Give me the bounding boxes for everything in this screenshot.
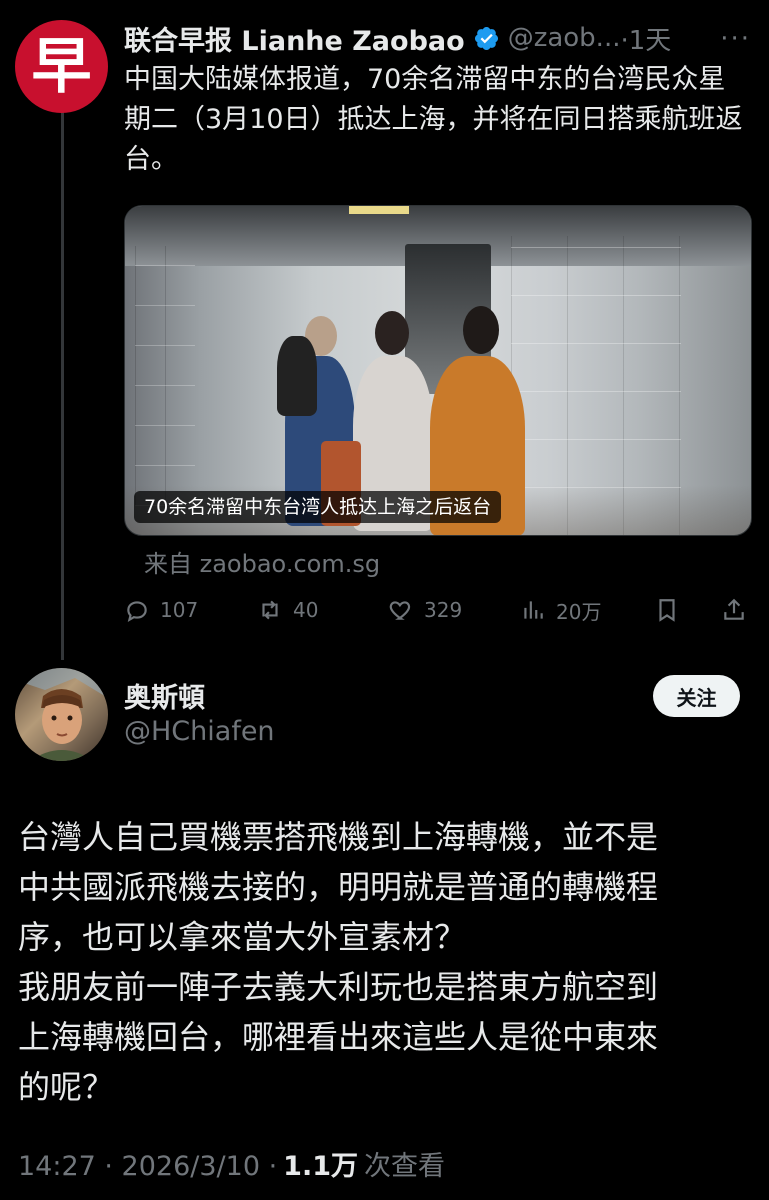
share-icon — [724, 598, 744, 620]
reply-button[interactable]: 107 — [124, 590, 198, 630]
tweet-line: 上海轉機回台，哪裡看出來這些人是從中東來 — [18, 1018, 659, 1056]
tweet-line: 序，也可以拿來當大外宣素材？ — [18, 918, 467, 956]
views-button[interactable]: 20万 — [520, 590, 601, 630]
tweet-line: 我朋友前一陣子去義大利玩也是搭東方航空到 — [18, 968, 659, 1006]
news-photo[interactable] — [124, 205, 752, 536]
avatar-logo-char: 早 — [31, 31, 92, 102]
zaobao-avatar[interactable]: 早 — [15, 20, 108, 113]
user-avatar[interactable] — [15, 668, 108, 761]
user-handle[interactable]: @HChiafen — [124, 716, 275, 747]
bookmark-button[interactable] — [654, 590, 690, 630]
tweet-timestamp[interactable]: 14:27 · 2026/3/10 · — [18, 1151, 277, 1182]
media-caption: 70余名滞留中东台湾人抵达上海之后返台 — [134, 491, 502, 523]
heart-icon — [389, 601, 411, 620]
tweet-line: 台灣人自己買機票搭飛機到上海轉機，並不是 — [18, 818, 659, 856]
more-options-icon[interactable]: ··· — [720, 24, 751, 54]
user-display-name[interactable]: 奥斯頓 — [124, 676, 205, 715]
reply-icon — [127, 601, 147, 622]
parent-time[interactable]: ·1天 — [620, 20, 671, 57]
link-source[interactable]: 来自 zaobao.com.sg — [144, 544, 380, 579]
main-tweet-text: 台灣人自己買機票搭飛機到上海轉機，並不是 中共國派飛機去接的，明明就是普通的轉機… — [18, 812, 753, 1112]
like-button[interactable]: 329 — [388, 590, 462, 630]
thread-connector-line — [61, 112, 64, 660]
tweet-meta: 14:27 · 2026/3/10 · 1.1万 次查看 — [18, 1144, 445, 1183]
parent-tweet-text: 中国大陆媒体报道，70余名滞留中东的台湾民众星期二（3月10日）抵达上海，并将在… — [124, 64, 743, 175]
analytics-icon — [524, 601, 543, 619]
parent-display-name[interactable]: 联合早报 Lianhe Zaobao — [124, 19, 465, 58]
repost-button[interactable]: 40 — [257, 590, 318, 630]
parent-tweet-header: 联合早报 Lianhe Zaobao @zaob... ·1天 ··· — [124, 18, 751, 58]
parent-handle[interactable]: @zaob... — [508, 23, 621, 53]
views-count: 1.1万 — [283, 1151, 359, 1182]
views-label: 次查看 — [364, 1151, 446, 1182]
parent-action-bar: 107 40 329 20万 — [124, 590, 752, 630]
bookmark-icon — [659, 599, 675, 622]
avatar-portrait-icon — [15, 668, 108, 761]
tweet-line: 中共國派飛機去接的，明明就是普通的轉機程 — [18, 868, 659, 906]
follow-button[interactable]: 关注 — [653, 675, 740, 717]
tweet-line: 的呢？ — [18, 1068, 115, 1106]
share-button[interactable] — [721, 590, 757, 630]
repost-icon — [262, 600, 278, 620]
tweet-detail-page: 早 联合早报 Lianhe Zaobao @zaob... ·1天 ··· 中国… — [0, 0, 769, 1200]
verified-badge-icon — [474, 26, 498, 50]
